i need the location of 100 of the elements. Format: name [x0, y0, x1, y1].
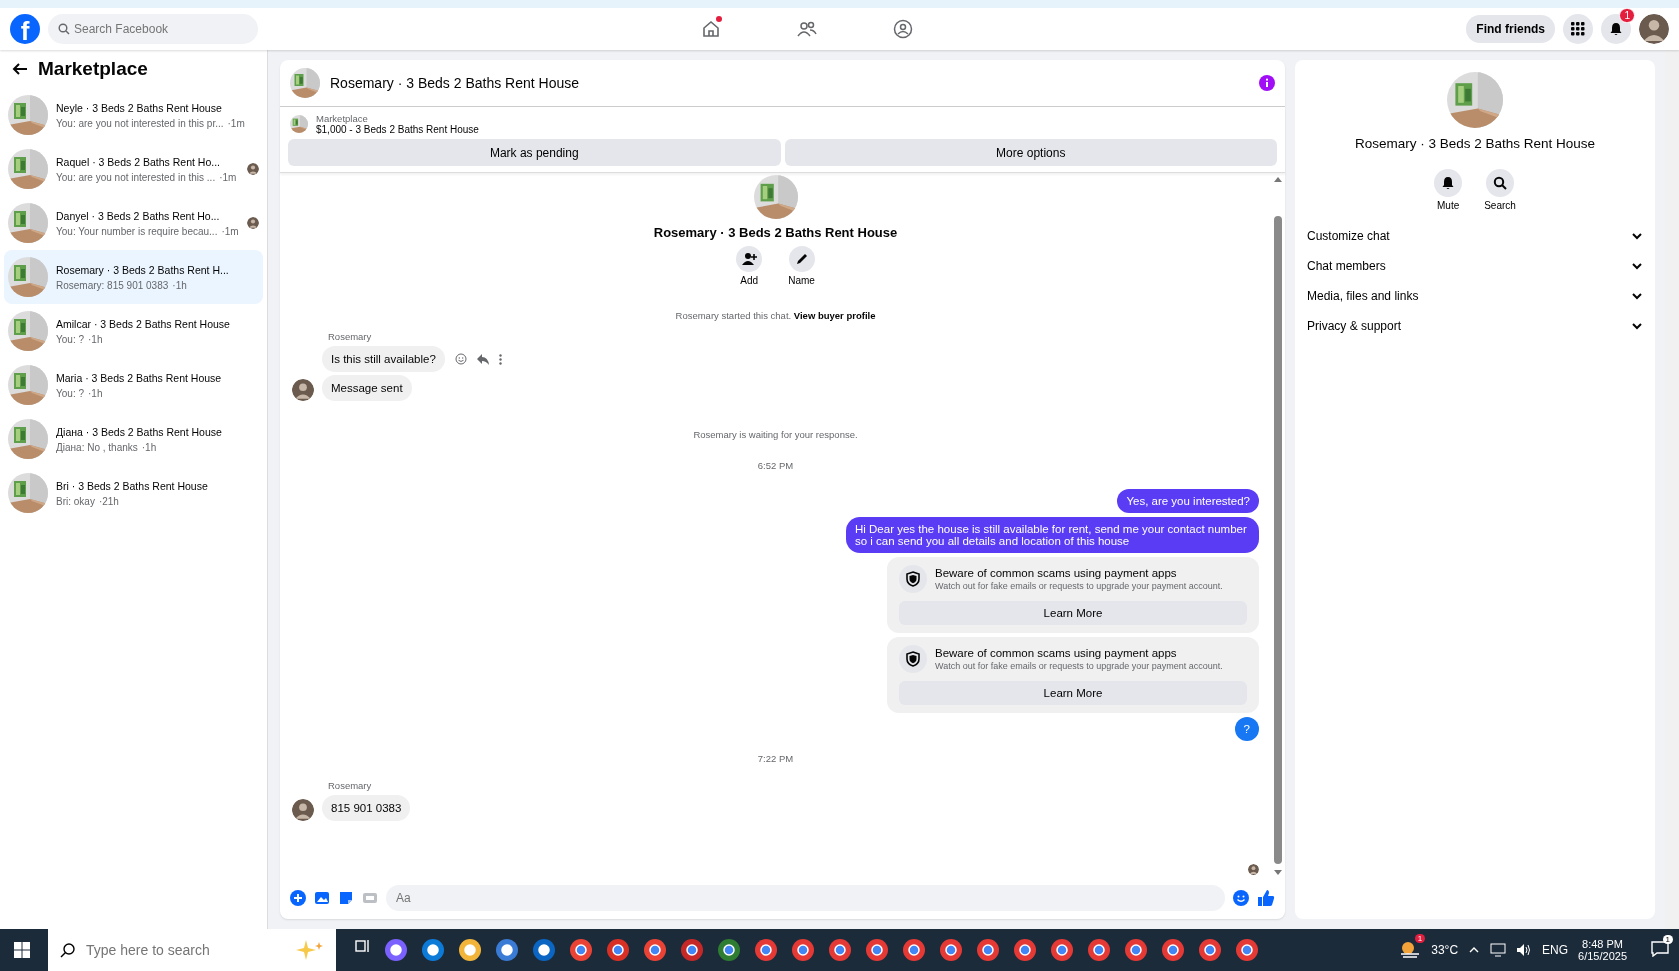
scroll-up-icon[interactable] [1274, 177, 1282, 182]
thumbs-up-icon[interactable] [1257, 889, 1275, 907]
app-icon[interactable] [1012, 937, 1038, 963]
app-icon[interactable] [975, 937, 1001, 963]
app-icon[interactable] [790, 937, 816, 963]
sticker-icon[interactable] [338, 890, 354, 906]
menu-icon[interactable] [1571, 22, 1585, 36]
message-bubble: Message sent [322, 375, 412, 401]
app-icon[interactable] [605, 937, 631, 963]
message-preview: Bri: okay [56, 495, 95, 507]
chat-list-item[interactable]: Neyle · 3 Beds 2 Baths Rent House You: are you not interested in this pr... ·1m [4, 88, 263, 142]
app-icon[interactable] [938, 937, 964, 963]
info-icon[interactable] [1259, 75, 1275, 91]
chevron-down-icon [1631, 230, 1643, 242]
app-icon[interactable] [1234, 937, 1260, 963]
group-icon[interactable] [893, 19, 914, 39]
details-section[interactable]: Chat members [1305, 251, 1645, 281]
logo[interactable]: f [10, 14, 40, 44]
chat-details-title: Rosemary · 3 Beds 2 Baths Rent House [1354, 136, 1596, 151]
chat-header-title: Rosemary · 3 Beds 2 Baths Rent House [330, 75, 580, 91]
details-section[interactable]: Privacy & support [1305, 311, 1645, 341]
listing-action-button[interactable]: More options [784, 139, 1277, 166]
app-icon[interactable] [901, 937, 927, 963]
message-bubble: Is this still available? [322, 346, 445, 372]
back-arrow-icon[interactable] [12, 62, 28, 76]
home-icon[interactable] [701, 19, 722, 39]
app-icon[interactable] [494, 937, 520, 963]
emoji-icon[interactable] [454, 353, 467, 365]
seen-avatar-icon [1248, 864, 1259, 875]
people-icon[interactable] [797, 19, 818, 39]
sender-name: Rosemary [328, 780, 373, 791]
notifications-icon[interactable] [1651, 940, 1669, 957]
chat-title: Bri · 3 Beds 2 Baths Rent House [56, 479, 209, 492]
network-icon[interactable] [1490, 943, 1507, 957]
start-icon[interactable] [14, 942, 30, 958]
taskbar-search-field[interactable]: Type here to search [48, 929, 336, 971]
message-preview: You: ? [56, 387, 84, 399]
message-bubble: Yes, are you interested? [1117, 489, 1259, 513]
message-preview: You: ? [56, 333, 84, 345]
message-input[interactable]: Aa [386, 885, 1225, 911]
chat-list-item[interactable]: Maria · 3 Beds 2 Baths Rent House You: ? ·1h [4, 358, 263, 412]
chat-list-item[interactable]: Rosemary · 3 Beds 2 Baths Rent H... Rosemary: 815 901 0383 ·1h [4, 250, 263, 304]
message-preview: Діана: No , thanks [56, 441, 138, 453]
app-icon[interactable] [568, 937, 594, 963]
read-receipt-avatar-icon [247, 217, 259, 229]
task-view-icon[interactable] [354, 937, 372, 955]
chat-intro-title: Rosemary · 3 Beds 2 Baths Rent House [653, 225, 898, 240]
app-icon[interactable] [1123, 937, 1149, 963]
details-section[interactable]: Customize chat [1305, 221, 1645, 251]
learn-more-button[interactable]: Learn More [899, 681, 1247, 705]
app-icon[interactable] [716, 937, 742, 963]
chat-list-item[interactable]: Amilcar · 3 Beds 2 Baths Rent House You: ? ·1h [4, 304, 263, 358]
buyer-profile-link[interactable]: View buyer profile [793, 310, 876, 321]
app-icon[interactable] [531, 937, 557, 963]
app-icon[interactable] [864, 937, 890, 963]
details-section[interactable]: Media, files and links [1305, 281, 1645, 311]
warning-title: Beware of common scams using payment apps [935, 567, 1178, 579]
app-icon[interactable] [383, 937, 409, 963]
app-icon[interactable] [679, 937, 705, 963]
app-icon[interactable] [827, 937, 853, 963]
message-time: ·1h [88, 333, 103, 345]
app-icon[interactable] [1197, 937, 1223, 963]
plus-icon[interactable] [290, 890, 306, 906]
scroll-down-icon[interactable] [1274, 870, 1282, 875]
listing-action-button[interactable]: Mark as pending [288, 139, 781, 166]
emoji-icon[interactable] [1233, 890, 1249, 906]
system-message: Rosemary is waiting for your response. [692, 429, 859, 440]
app-icon[interactable] [1049, 937, 1075, 963]
system-message: Rosemary started this chat. View buyer profile [674, 310, 877, 321]
app-icon[interactable] [753, 937, 779, 963]
search-icon [58, 23, 70, 35]
scrollbar-thumb[interactable] [1274, 216, 1282, 864]
bell-icon[interactable] [1608, 21, 1624, 37]
message-bubble: 815 901 0383 [322, 795, 411, 821]
chat-list-item[interactable]: Raquel · 3 Beds 2 Baths Rent Ho... You: are you not interested in this ... ·1m [4, 142, 263, 196]
reply-icon[interactable] [476, 353, 489, 365]
add-person-icon [741, 251, 758, 267]
app-icon[interactable] [1086, 937, 1112, 963]
find-friends-button[interactable]: Find friends [1466, 15, 1555, 43]
timestamp: 6:52 PM [756, 460, 795, 471]
search-icon [60, 942, 76, 958]
learn-more-button[interactable]: Learn More [899, 601, 1247, 625]
notification-badge: 1 [1619, 8, 1635, 23]
app-icon[interactable] [1160, 937, 1186, 963]
language-indicator[interactable]: ENG [1542, 943, 1569, 957]
chat-list-item[interactable]: Danyel · 3 Beds 2 Baths Rent Ho... You: Your number is require becau... ·1m [4, 196, 263, 250]
chat-title: Amilcar · 3 Beds 2 Baths Rent House [56, 317, 231, 330]
profile-avatar-icon [1639, 14, 1669, 44]
chat-list-item[interactable]: Bri · 3 Beds 2 Baths Rent House Bri: okay ·21h [4, 466, 263, 520]
scrollbar-track[interactable] [1665, 50, 1679, 929]
app-icon[interactable] [457, 937, 483, 963]
speaker-icon[interactable] [1516, 943, 1533, 957]
chat-list-item[interactable]: Діана · 3 Beds 2 Baths Rent House Діана: No , thanks ·1h [4, 412, 263, 466]
app-icon[interactable] [642, 937, 668, 963]
weather-icon[interactable] [1399, 939, 1422, 958]
app-icon[interactable] [420, 937, 446, 963]
search-field[interactable]: Search Facebook [48, 14, 258, 44]
image-icon[interactable] [314, 890, 330, 906]
message-preview: You: are you not interested in this pr... [56, 117, 224, 129]
more-icon[interactable] [498, 353, 502, 365]
